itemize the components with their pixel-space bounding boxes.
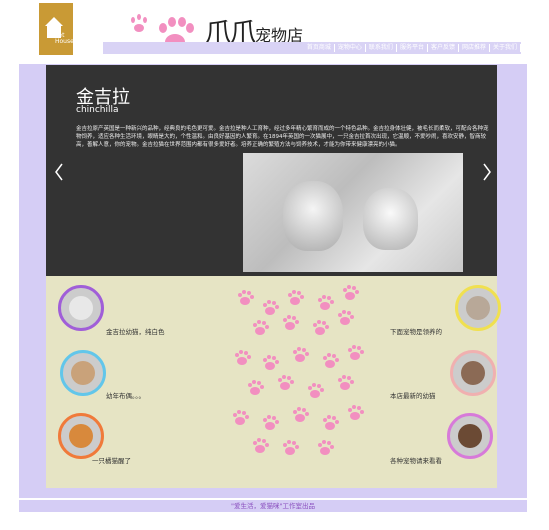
top-nav: 首页商城 宠物中心 联系我们 服务平台 客户反馈 网店推荐 关于我们 <box>103 42 521 54</box>
paw-icon <box>263 415 279 430</box>
pet-thumbnail[interactable] <box>58 285 104 331</box>
paw-icon <box>283 440 299 455</box>
pet-caption: 幼年布偶。。。 <box>106 392 145 400</box>
nav-item-contact[interactable]: 联系我们 <box>366 44 397 52</box>
banner: 金吉拉 chinchilla 金吉拉原产英国是一种新兴的品种，经典良的毛色更可爱… <box>46 65 497 276</box>
paw-pattern <box>233 285 364 455</box>
paw-icon <box>318 295 334 310</box>
nav-item-services[interactable]: 服务平台 <box>397 44 428 52</box>
paw-icon <box>318 440 334 455</box>
banner-description: 金吉拉原产英国是一种新兴的品种，经典良的毛色更可爱。金吉拉是种人工育种，经过多年… <box>76 126 489 148</box>
house-icon <box>45 17 63 26</box>
paw-icon <box>253 438 269 453</box>
paw-icon <box>248 380 264 395</box>
kitten-photo <box>243 153 463 272</box>
pet-thumbnail[interactable] <box>58 413 104 459</box>
paw-icon <box>348 405 364 420</box>
paw-icon <box>238 290 254 305</box>
paw-icon <box>343 285 359 300</box>
nav-item-about[interactable]: 关于我们 <box>490 44 521 52</box>
paw-icon <box>263 300 279 315</box>
nav-item-pets[interactable]: 宠物中心 <box>335 44 366 52</box>
prev-arrow-icon[interactable] <box>54 163 64 181</box>
footer: "爱生活，爱猫咪"工作室出品 <box>19 500 527 512</box>
paw-icon <box>323 353 339 368</box>
pet-caption: 一只橘猫醒了 <box>92 457 131 465</box>
nav-item-feedback[interactable]: 客户反馈 <box>428 44 459 52</box>
logo-text: Pet House <box>55 32 74 45</box>
paw-icon <box>308 383 324 398</box>
paw-icon <box>313 320 329 335</box>
pet-thumbnail[interactable] <box>447 413 493 459</box>
paw-icon <box>288 290 304 305</box>
paw-icon <box>338 375 354 390</box>
pet-thumbnail[interactable] <box>450 350 496 396</box>
paw-icon <box>263 355 279 370</box>
paw-icon <box>338 310 354 325</box>
paw-icon <box>348 345 364 360</box>
paw-icon <box>293 347 309 362</box>
nav-item-home[interactable]: 首页商城 <box>304 44 335 52</box>
pet-thumbnail[interactable] <box>455 285 501 331</box>
paw-icon <box>323 415 339 430</box>
pet-thumbnail[interactable] <box>60 350 106 396</box>
logo[interactable]: Pet House <box>39 3 74 55</box>
paw-icon <box>293 407 309 422</box>
paw-icon <box>283 315 299 330</box>
paw-icon <box>235 350 251 365</box>
next-arrow-icon[interactable] <box>482 163 492 181</box>
paw-icon <box>278 375 294 390</box>
pet-caption: 本店最新的幼猫 <box>390 392 436 400</box>
paw-icon <box>233 410 249 425</box>
pet-caption: 各种宠物请来看看 <box>390 457 442 465</box>
pet-caption: 下面宠物是领养的 <box>390 328 442 336</box>
paw-icon <box>253 320 269 335</box>
pet-caption: 金吉拉幼猫，纯白色 <box>106 328 165 336</box>
nav-item-shops[interactable]: 网店推荐 <box>459 44 490 52</box>
banner-subtitle: chinchilla <box>76 105 119 115</box>
